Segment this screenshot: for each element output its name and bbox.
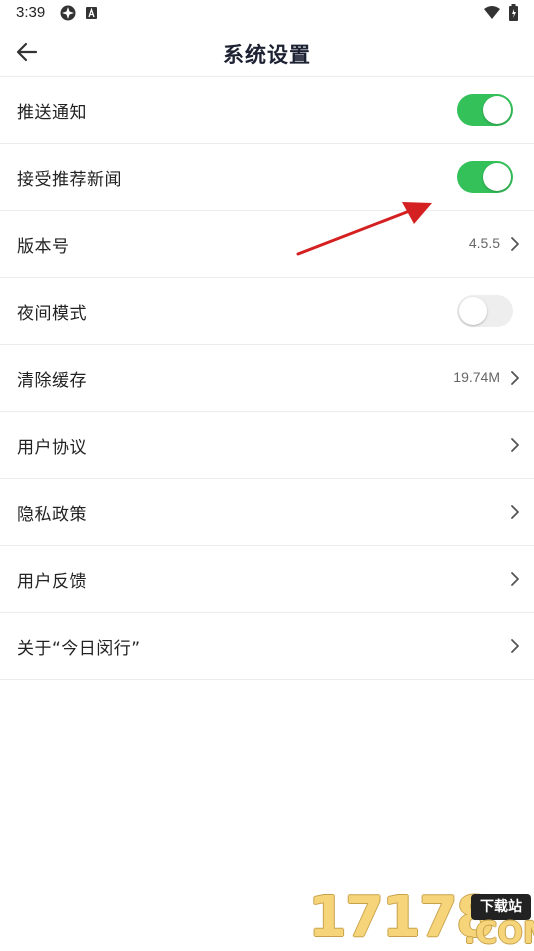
chevron-right-icon <box>511 572 519 586</box>
setting-label: 隐私政策 <box>17 505 87 525</box>
chevron-right-icon <box>511 371 519 385</box>
watermark-logo: 17178 下载站 .COM <box>306 886 534 950</box>
page-title: 系统设置 <box>223 43 311 67</box>
toggle-knob <box>483 163 511 191</box>
setting-label: 用户反馈 <box>17 572 87 592</box>
wifi-icon <box>484 6 500 19</box>
a-letter-icon <box>86 7 97 19</box>
setting-label: 推送通知 <box>17 103 87 123</box>
version-value: 4.5.5 <box>468 235 500 251</box>
chevron-right-icon <box>511 438 519 452</box>
setting-privacy-policy[interactable]: 隐私政策 <box>0 479 534 546</box>
setting-user-feedback[interactable]: 用户反馈 <box>0 546 534 613</box>
watermark-domain: .COM <box>464 916 534 951</box>
night-mode-toggle[interactable] <box>457 295 513 327</box>
toggle-knob <box>483 96 511 124</box>
setting-label: 关于“今日闵行” <box>17 639 141 659</box>
status-bar: 3:39 <box>0 0 534 28</box>
annotation-arrow-icon <box>296 202 432 256</box>
setting-label: 用户协议 <box>17 438 87 458</box>
setting-label: 清除缓存 <box>17 371 87 391</box>
setting-label: 版本号 <box>17 237 70 257</box>
chevron-right-icon <box>511 505 519 519</box>
push-notifications-toggle[interactable] <box>457 94 513 126</box>
setting-label: 接受推荐新闻 <box>17 170 122 190</box>
settings-list: 推送通知 接受推荐新闻 版本号 4.5.5 夜间模式 清除缓存 19.74M 用… <box>0 77 534 680</box>
recommended-news-toggle[interactable] <box>457 161 513 193</box>
setting-user-agreement[interactable]: 用户协议 <box>0 412 534 479</box>
chevron-right-icon <box>511 639 519 653</box>
setting-recommended-news: 接受推荐新闻 <box>0 144 534 211</box>
status-time: 3:39 <box>16 4 46 21</box>
setting-clear-cache[interactable]: 清除缓存 19.74M <box>0 345 534 412</box>
setting-push-notifications: 推送通知 <box>0 77 534 144</box>
chevron-right-icon <box>511 237 519 251</box>
setting-version[interactable]: 版本号 4.5.5 <box>0 211 534 278</box>
setting-about[interactable]: 关于“今日闵行” <box>0 613 534 680</box>
battery-icon <box>509 4 518 21</box>
setting-label: 夜间模式 <box>17 304 87 324</box>
setting-night-mode: 夜间模式 <box>0 278 534 345</box>
app-badge-icon <box>60 5 76 21</box>
toggle-knob <box>459 297 487 325</box>
cache-size-value: 19.74M <box>453 369 500 385</box>
app-header: 系统设置 <box>0 28 534 77</box>
